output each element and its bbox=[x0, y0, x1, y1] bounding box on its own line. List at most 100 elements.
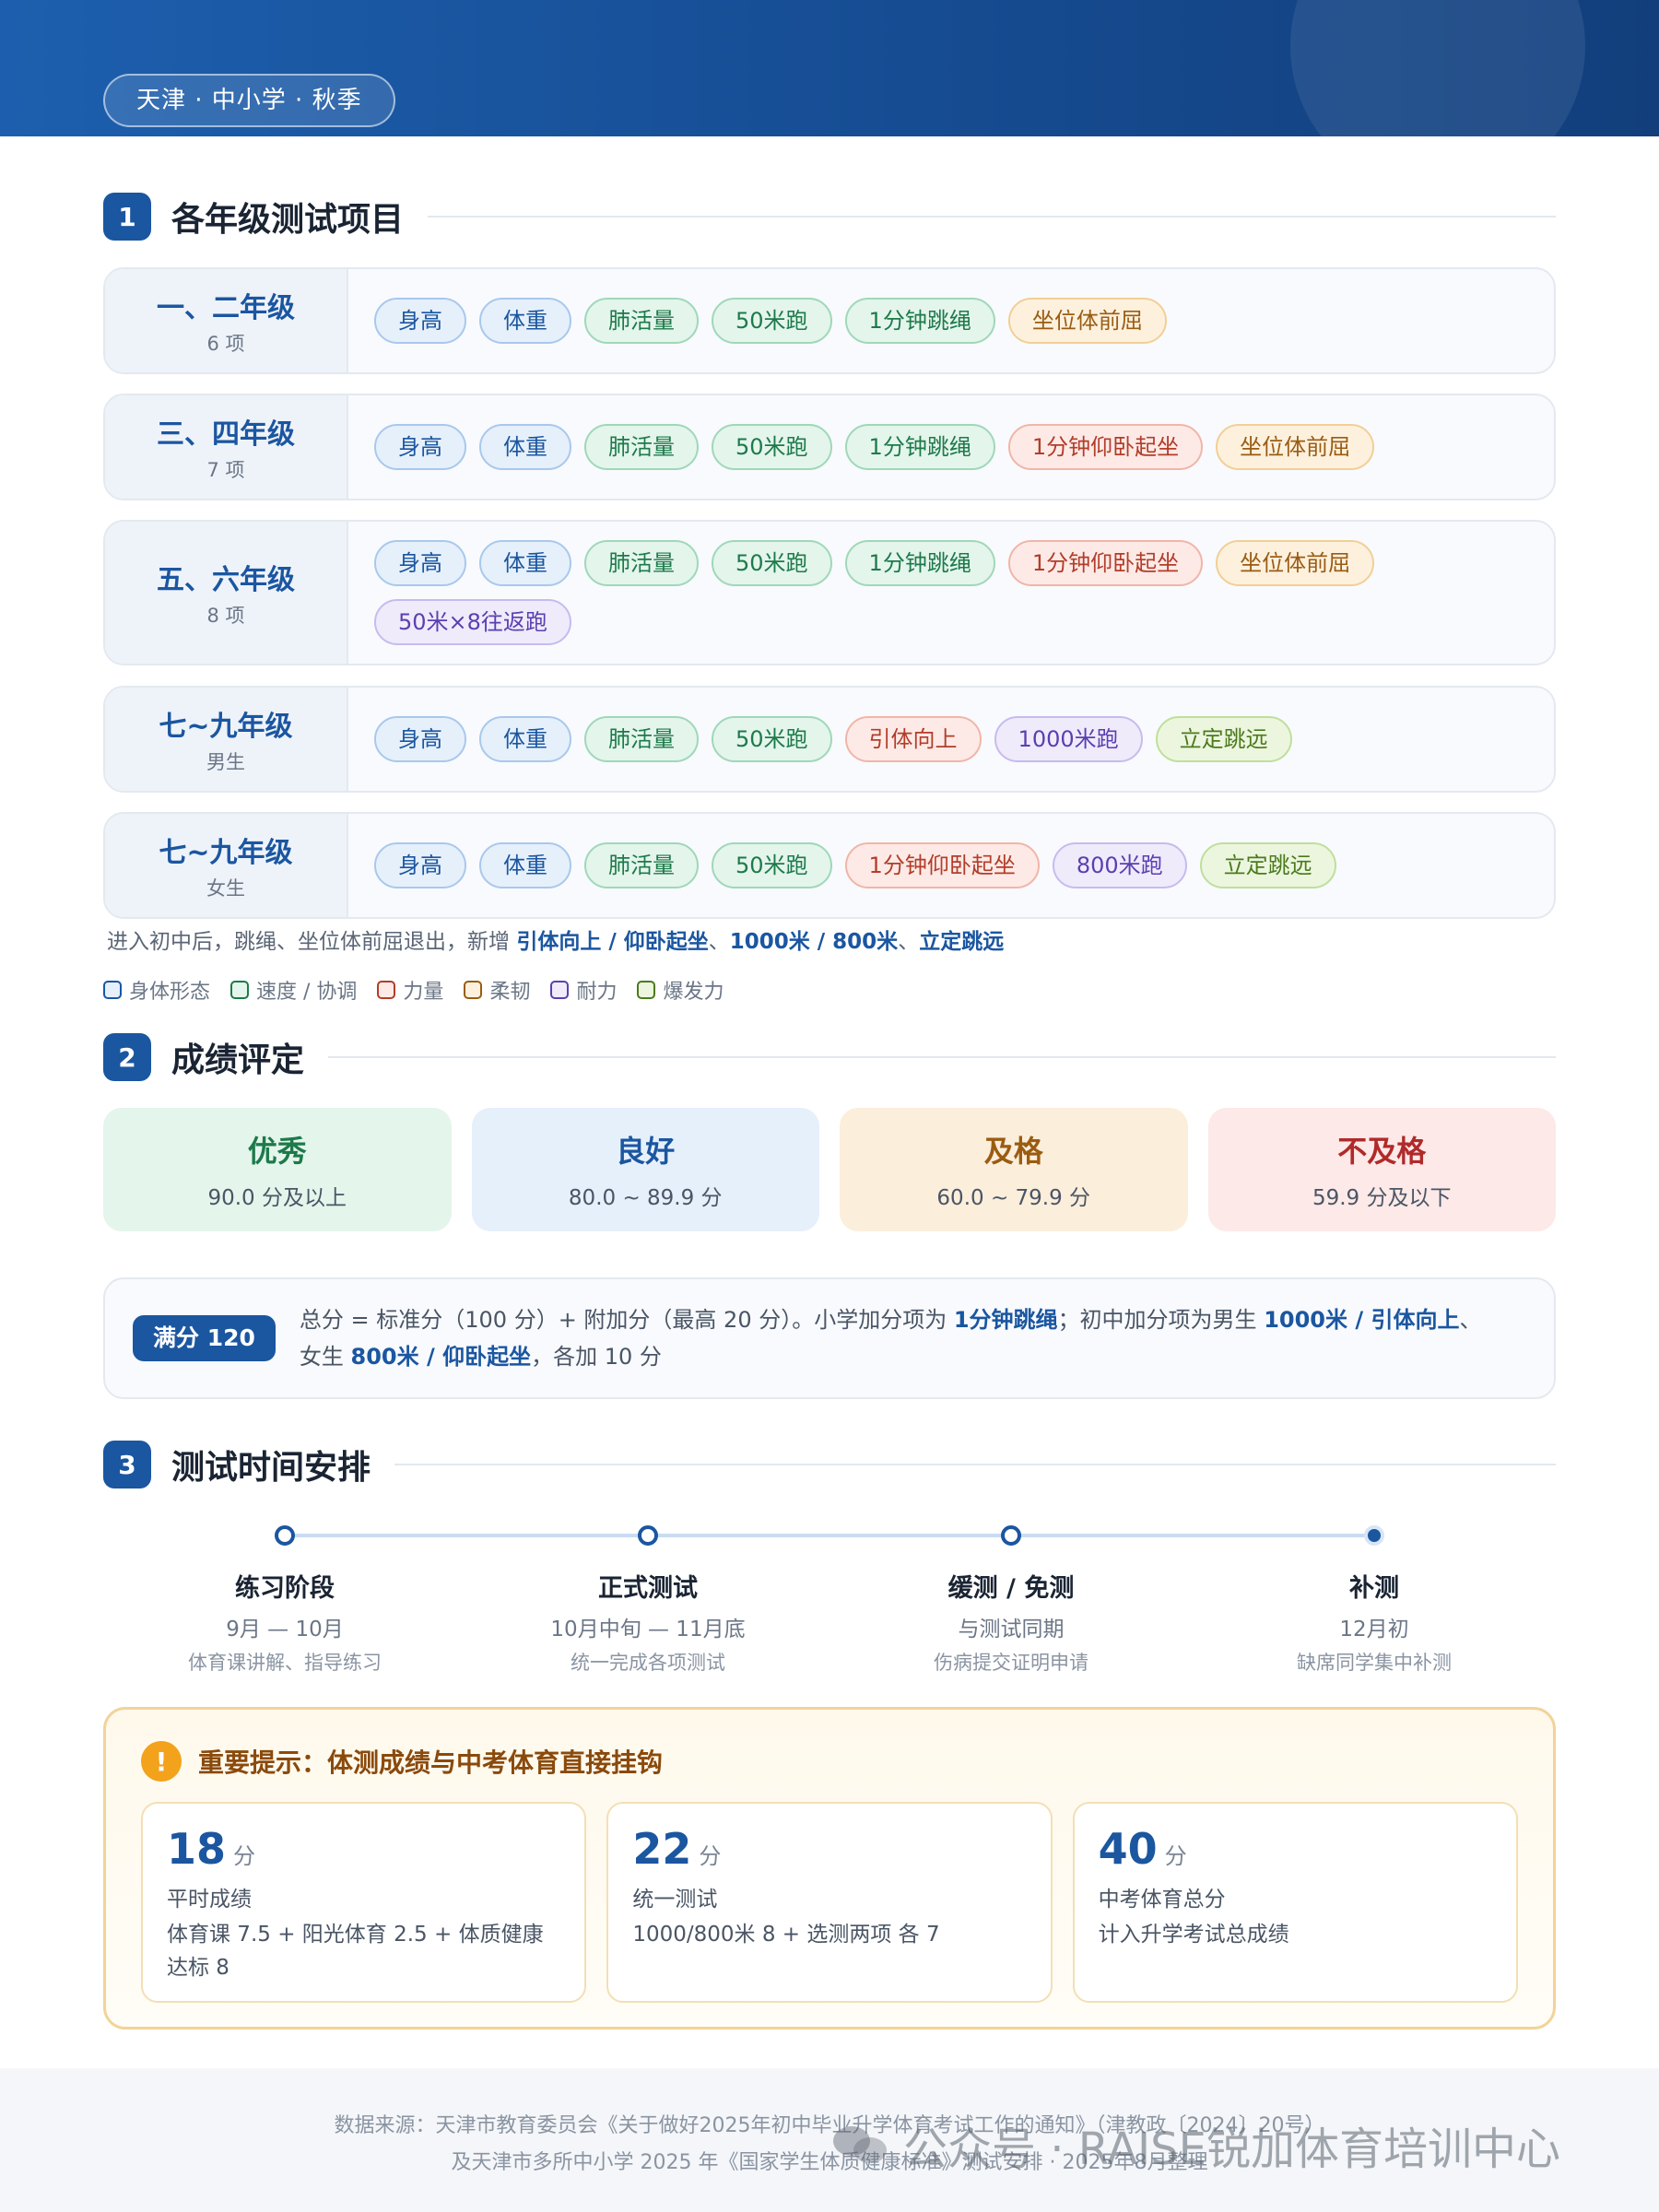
test-item-chip: 1000米跑 bbox=[994, 716, 1143, 762]
legend-label: 速度 / 协调 bbox=[256, 981, 358, 1004]
watermark-text: 公众号 · RAISE锐加体育培训中心 bbox=[903, 2124, 1560, 2175]
score-label: 中考体育总分 bbox=[1098, 1888, 1226, 1912]
test-item-list: 身高 体重 肺活量 50米跑 1分钟跳绳 1分钟仰卧起坐 坐位体前屈 50米×8往返跑 bbox=[348, 522, 1554, 664]
full-score-badge: 满分 120 bbox=[133, 1315, 276, 1361]
test-item-chip: 1分钟仰卧起坐 bbox=[1007, 540, 1204, 586]
legend-item: 力量 bbox=[377, 975, 443, 1005]
test-item-chip: 立定跳远 bbox=[1199, 842, 1336, 888]
test-item-chip: 50米跑 bbox=[712, 424, 832, 470]
note-separator: 、 bbox=[708, 930, 730, 954]
section-title: 成绩评定 bbox=[171, 1041, 305, 1079]
grade-row: 七~九年级 女生 身高 体重 肺活量 50米跑 1分钟仰卧起坐 800米跑 立定跳远 bbox=[103, 812, 1556, 919]
score-card: 40 分中考体育总分 计入升学考试总成绩 bbox=[1072, 1802, 1518, 2003]
grade-row: 三、四年级 7 项 身高 体重 肺活量 50米跑 1分钟跳绳 1分钟仰卧起坐 坐位体前屈 bbox=[103, 394, 1556, 500]
section-number: 3 bbox=[103, 1441, 151, 1488]
score-number: 40 bbox=[1098, 1824, 1158, 1874]
note-separator: 、 bbox=[898, 930, 920, 954]
test-item-list: 身高 体重 肺活量 50米跑 1分钟仰卧起坐 800米跑 立定跳远 bbox=[348, 814, 1554, 917]
legend-item: 耐力 bbox=[550, 975, 617, 1005]
legend-swatch bbox=[464, 981, 483, 999]
grade-level-card: 良好 80.0 ~ 89.9 分 bbox=[471, 1108, 819, 1231]
grade-name: 七~九年级 bbox=[159, 837, 293, 869]
score-number-row: 22 分 bbox=[632, 1824, 1026, 1874]
test-item-chip: 体重 bbox=[479, 424, 571, 470]
legend-label: 身体形态 bbox=[129, 981, 211, 1004]
grade-count: 女生 bbox=[206, 877, 245, 900]
score-text: ；初中加分项为男生 bbox=[1057, 1307, 1265, 1333]
score-unit: 分 bbox=[699, 1843, 722, 1869]
test-item-chip: 身高 bbox=[374, 716, 466, 762]
grade-name: 一、二年级 bbox=[157, 292, 295, 324]
step-title: 缓测 / 免测 bbox=[947, 1574, 1075, 1603]
test-item-chip: 肺活量 bbox=[584, 424, 699, 470]
section-title: 各年级测试项目 bbox=[171, 201, 405, 239]
timeline-dot-icon bbox=[1364, 1525, 1384, 1546]
step-title: 正式测试 bbox=[598, 1574, 698, 1603]
note-highlight: 1000米 / 800米 bbox=[729, 930, 899, 954]
test-item-chip: 坐位体前屈 bbox=[1216, 424, 1375, 470]
section-number: 1 bbox=[103, 193, 151, 241]
score-text: 、 bbox=[1459, 1307, 1482, 1333]
grade-level-range: 60.0 ~ 79.9 分 bbox=[936, 1186, 1091, 1210]
legend-label: 爆发力 bbox=[663, 981, 724, 1004]
grade-count: 7 项 bbox=[206, 459, 245, 481]
step-date: 与测试同期 bbox=[958, 1618, 1065, 1641]
test-item-chip: 体重 bbox=[479, 716, 571, 762]
test-item-chip: 坐位体前屈 bbox=[1216, 540, 1375, 586]
score-text: 女生 bbox=[299, 1344, 351, 1370]
legend-item: 爆发力 bbox=[637, 975, 724, 1005]
score-number: 18 bbox=[167, 1824, 227, 1874]
legend-item: 速度 / 协调 bbox=[230, 975, 357, 1005]
test-item-chip: 800米跑 bbox=[1052, 842, 1187, 888]
warning-icon: ! bbox=[141, 1741, 182, 1782]
test-item-chip: 立定跳远 bbox=[1155, 716, 1292, 762]
test-item-chip: 肺活量 bbox=[584, 842, 699, 888]
score-card: 22 分统一测试 1000/800米 8 + 选测两项 各 7 bbox=[606, 1802, 1053, 2003]
legend-swatch bbox=[550, 981, 570, 999]
grade-label: 七~九年级 男生 bbox=[105, 688, 348, 791]
test-item-list: 身高 体重 肺活量 50米跑 1分钟跳绳 坐位体前屈 bbox=[348, 269, 1554, 372]
step-title: 补测 bbox=[1349, 1574, 1399, 1603]
test-item-chip: 身高 bbox=[374, 424, 466, 470]
important-notice: ! 重要提示：体测成绩与中考体育直接挂钩 18 分平时成绩 体育课 7.5 + 阳光… bbox=[103, 1707, 1556, 2030]
legend-label: 柔韧 bbox=[489, 981, 531, 1004]
grade-level-range: 80.0 ~ 89.9 分 bbox=[568, 1186, 723, 1210]
divider bbox=[328, 1056, 1556, 1058]
divider bbox=[394, 1464, 1556, 1465]
score-label: 平时成绩 bbox=[167, 1888, 252, 1912]
score-text: 总分 = 标准分（100 分）+ 附加分（最高 20 分）。小学加分项为 bbox=[299, 1307, 954, 1333]
grade-levels: 优秀 90.0 分及以上 良好 80.0 ~ 89.9 分 及格 60.0 ~ 79.9 … bbox=[103, 1108, 1556, 1231]
grade-label: 五、六年级 8 项 bbox=[105, 522, 348, 664]
step-description: 伤病提交证明申请 bbox=[934, 1652, 1088, 1674]
timeline-step: 缓测 / 免测与测试同期伤病提交证明申请 bbox=[830, 1519, 1193, 1676]
test-item-chip: 体重 bbox=[479, 540, 571, 586]
note-highlight: 立定跳远 bbox=[919, 930, 1005, 954]
score-highlight: 1分钟跳绳 bbox=[953, 1307, 1058, 1333]
legend-swatch bbox=[377, 981, 396, 999]
test-item-list: 身高 体重 肺活量 50米跑 1分钟跳绳 1分钟仰卧起坐 坐位体前屈 bbox=[348, 395, 1554, 499]
timeline-dot-icon bbox=[275, 1525, 295, 1546]
test-item-chip: 身高 bbox=[374, 842, 466, 888]
test-item-chip: 身高 bbox=[374, 540, 466, 586]
test-item-chip: 身高 bbox=[374, 298, 466, 344]
test-item-chip: 50米×8往返跑 bbox=[374, 599, 571, 645]
timeline-step: 补测 12月初 缺席同学集中补测 bbox=[1193, 1519, 1556, 1676]
test-item-chip: 1分钟仰卧起坐 bbox=[1007, 424, 1204, 470]
section-1-header: 1 各年级测试项目 bbox=[103, 192, 1556, 241]
test-item-chip: 1分钟跳绳 bbox=[844, 424, 995, 470]
grade-row: 七~九年级 男生 身高 体重 肺活量 50米跑 引体向上 1000米跑 立定跳远 bbox=[103, 686, 1556, 793]
test-item-chip: 体重 bbox=[479, 842, 571, 888]
step-description: 统一完成各项测试 bbox=[571, 1652, 725, 1674]
test-item-chip: 50米跑 bbox=[712, 540, 832, 586]
grade-level-card: 及格 60.0 ~ 79.9 分 bbox=[840, 1108, 1188, 1231]
score-highlight: 800米 / 仰卧起坐 bbox=[350, 1344, 532, 1370]
test-item-list: 身高 体重 肺活量 50米跑 引体向上 1000米跑 立定跳远 bbox=[348, 688, 1554, 791]
timeline-step: 练习阶段 9月 — 10月 体育课讲解、指导练习 bbox=[103, 1519, 466, 1676]
test-item-chip: 1分钟仰卧起坐 bbox=[844, 842, 1040, 888]
score-detail: 计入升学考试总成绩 bbox=[1098, 1923, 1289, 1947]
test-item-chip: 肺活量 bbox=[584, 298, 699, 344]
divider bbox=[428, 216, 1556, 218]
test-item-chip: 1分钟跳绳 bbox=[844, 540, 995, 586]
section-number: 2 bbox=[103, 1033, 151, 1081]
grade-count: 6 项 bbox=[206, 333, 245, 355]
